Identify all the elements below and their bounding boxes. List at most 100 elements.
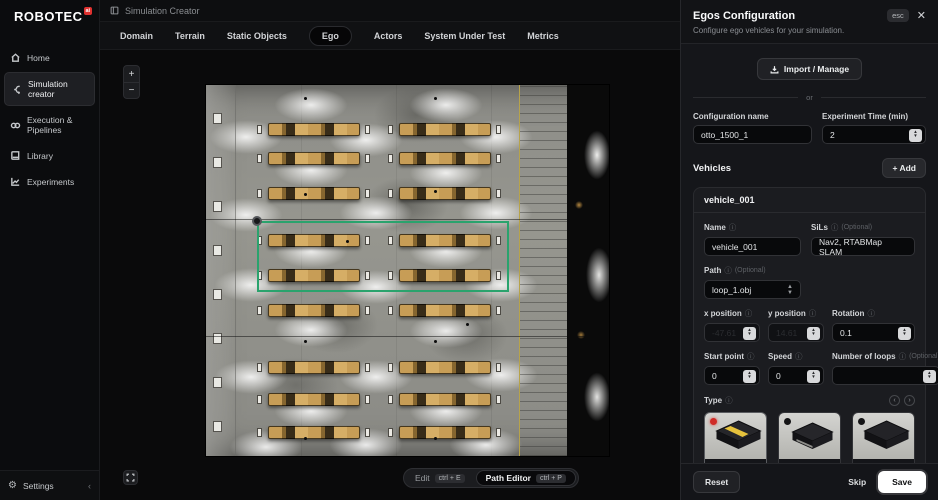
- sidebar-item-label: Execution & Pipelines: [27, 115, 89, 135]
- number-stepper-icon[interactable]: ▲▼: [909, 129, 922, 142]
- tab-static-objects[interactable]: Static Objects: [227, 31, 287, 41]
- sidebar-item-library[interactable]: Library: [4, 144, 95, 167]
- sidebar-item-home[interactable]: Home: [4, 46, 95, 69]
- pallet-rack: [268, 361, 360, 374]
- x-position-input: -47.61 ▲▼: [704, 323, 760, 342]
- add-vehicle-button[interactable]: + Add: [882, 158, 926, 178]
- number-stepper-icon[interactable]: ▲▼: [807, 370, 820, 383]
- page-title: Simulation Creator: [125, 6, 200, 16]
- or-label: or: [806, 93, 813, 102]
- rack-end-bracket: [365, 395, 370, 404]
- number-of-loops-label: Number of loopsⓘ (Optional): [832, 351, 938, 362]
- tab-metrics[interactable]: Metrics: [527, 31, 559, 41]
- close-icon[interactable]: ✕: [917, 9, 926, 22]
- info-icon: ⓘ: [795, 351, 803, 362]
- sils-input[interactable]: Nav2, RTABMap SLAM: [811, 237, 915, 256]
- rack-end-bracket: [496, 154, 501, 163]
- brand-logo: ROBOTEC ai: [0, 0, 99, 38]
- floor-column-dot: [434, 190, 437, 193]
- path-select[interactable]: loop_1.obj ▲▼: [704, 280, 801, 299]
- sidebar-item-label: Simulation creator: [28, 79, 88, 99]
- start-point-input[interactable]: 0 ▲▼: [704, 366, 760, 385]
- rack-end-bracket: [365, 428, 370, 437]
- fit-view-button[interactable]: [123, 470, 138, 485]
- y-position-value: 14.61: [776, 328, 797, 338]
- warehouse-map[interactable]: [205, 84, 610, 457]
- number-of-loops-input[interactable]: ▲▼: [832, 366, 938, 385]
- logo-text: ROBOTEC: [14, 9, 83, 24]
- pallet-rack: [399, 152, 491, 165]
- info-icon: ⓘ: [831, 222, 839, 233]
- sidebar-item-label: Library: [27, 151, 53, 161]
- pallet-rack: [268, 426, 360, 439]
- path-selection-rectangle[interactable]: [257, 221, 509, 292]
- chevron-updown-icon: ▲▼: [787, 284, 793, 296]
- save-button[interactable]: Save: [878, 471, 926, 493]
- panel-footer: Reset Skip Save: [681, 463, 938, 500]
- rack-end-bracket: [257, 154, 262, 163]
- info-icon: ⓘ: [724, 265, 732, 276]
- number-stepper-icon: ▲▼: [807, 327, 820, 340]
- reset-button[interactable]: Reset: [693, 471, 740, 493]
- speed-input[interactable]: 0 ▲▼: [768, 366, 824, 385]
- rack-end-bracket: [257, 363, 262, 372]
- optional-hint: (Optional): [735, 267, 766, 274]
- rack-end-bracket: [496, 125, 501, 134]
- type-card-otto1500-lifting[interactable]: OTTO1500_Lifting_platform: [704, 412, 767, 463]
- vehicle-name-input[interactable]: vehicle_001: [704, 237, 801, 256]
- sidebar-item-experiments[interactable]: Experiments: [4, 170, 95, 193]
- tab-ego[interactable]: Ego: [309, 26, 352, 46]
- collapse-sidebar-icon[interactable]: ‹: [88, 481, 91, 491]
- number-stepper-icon[interactable]: ▲▼: [898, 327, 911, 340]
- rack-end-bracket: [257, 306, 262, 315]
- type-card-otto600[interactable]: OTTO600: [778, 412, 841, 463]
- zoom-out-button[interactable]: −: [124, 82, 139, 98]
- tab-terrain[interactable]: Terrain: [175, 31, 205, 41]
- map-section-line: [206, 219, 609, 220]
- experiment-time-input[interactable]: 2 ▲▼: [822, 125, 926, 144]
- tab-system-under-test[interactable]: System Under Test: [424, 31, 505, 41]
- skip-button[interactable]: Skip: [848, 477, 866, 487]
- edit-mode-button[interactable]: Edit ctrl + E: [406, 471, 474, 485]
- info-icon: ⓘ: [747, 351, 755, 362]
- path-editor-mode-button[interactable]: Path Editor ctrl + P: [476, 470, 576, 486]
- sidebar-item-simulation-creator[interactable]: Simulation creator: [4, 72, 95, 106]
- speed-value: 0: [776, 371, 781, 381]
- sidebar-item-label: Home: [27, 53, 50, 63]
- carousel-prev-icon[interactable]: ‹: [889, 395, 900, 406]
- dock-marker: [213, 377, 222, 388]
- configuration-name-label: Configuration name: [693, 112, 812, 121]
- sidebar: ROBOTEC ai Home Simulation creator Execu…: [0, 0, 100, 500]
- number-stepper-icon[interactable]: ▲▼: [923, 370, 936, 383]
- start-point-label: Start pointⓘ: [704, 351, 760, 362]
- sidebar-item-execution-pipelines[interactable]: Execution & Pipelines: [4, 109, 95, 141]
- pallet-rack: [268, 187, 360, 200]
- rotation-input[interactable]: 0.1 ▲▼: [832, 323, 915, 342]
- number-stepper-icon[interactable]: ▲▼: [743, 370, 756, 383]
- esc-badge[interactable]: esc: [887, 9, 909, 22]
- rack-end-bracket: [365, 306, 370, 315]
- type-card-otto1500-basic[interactable]: OTTO1500_Basic_platform: [852, 412, 915, 463]
- number-stepper-icon: ▲▼: [743, 327, 756, 340]
- rotation-label: Rotationⓘ: [832, 308, 915, 319]
- map-dock-column: [206, 85, 236, 456]
- pallet-rack: [399, 123, 491, 136]
- import-icon: [770, 65, 779, 74]
- tab-actors[interactable]: Actors: [374, 31, 403, 41]
- name-label: Nameⓘ: [704, 222, 801, 233]
- sidebar-item-settings[interactable]: ⚙ Settings: [8, 480, 54, 491]
- rack-end-bracket: [365, 125, 370, 134]
- vehicle-name-value: vehicle_001: [712, 242, 757, 252]
- info-icon: ⓘ: [745, 308, 753, 319]
- simulation-viewport[interactable]: + − Edit ctrl + E: [100, 50, 680, 500]
- zoom-in-button[interactable]: +: [124, 66, 139, 82]
- type-carousel-controls: ‹ ›: [889, 395, 915, 406]
- carousel-next-icon[interactable]: ›: [904, 395, 915, 406]
- path-start-marker[interactable]: [252, 216, 262, 226]
- tab-domain[interactable]: Domain: [120, 31, 153, 41]
- dock-marker: [213, 201, 222, 212]
- map-section-line: [206, 336, 609, 337]
- import-manage-button[interactable]: Import / Manage: [757, 58, 862, 80]
- path-editor-label: Path Editor: [486, 473, 531, 483]
- configuration-name-input[interactable]: otto_1500_1: [693, 125, 812, 144]
